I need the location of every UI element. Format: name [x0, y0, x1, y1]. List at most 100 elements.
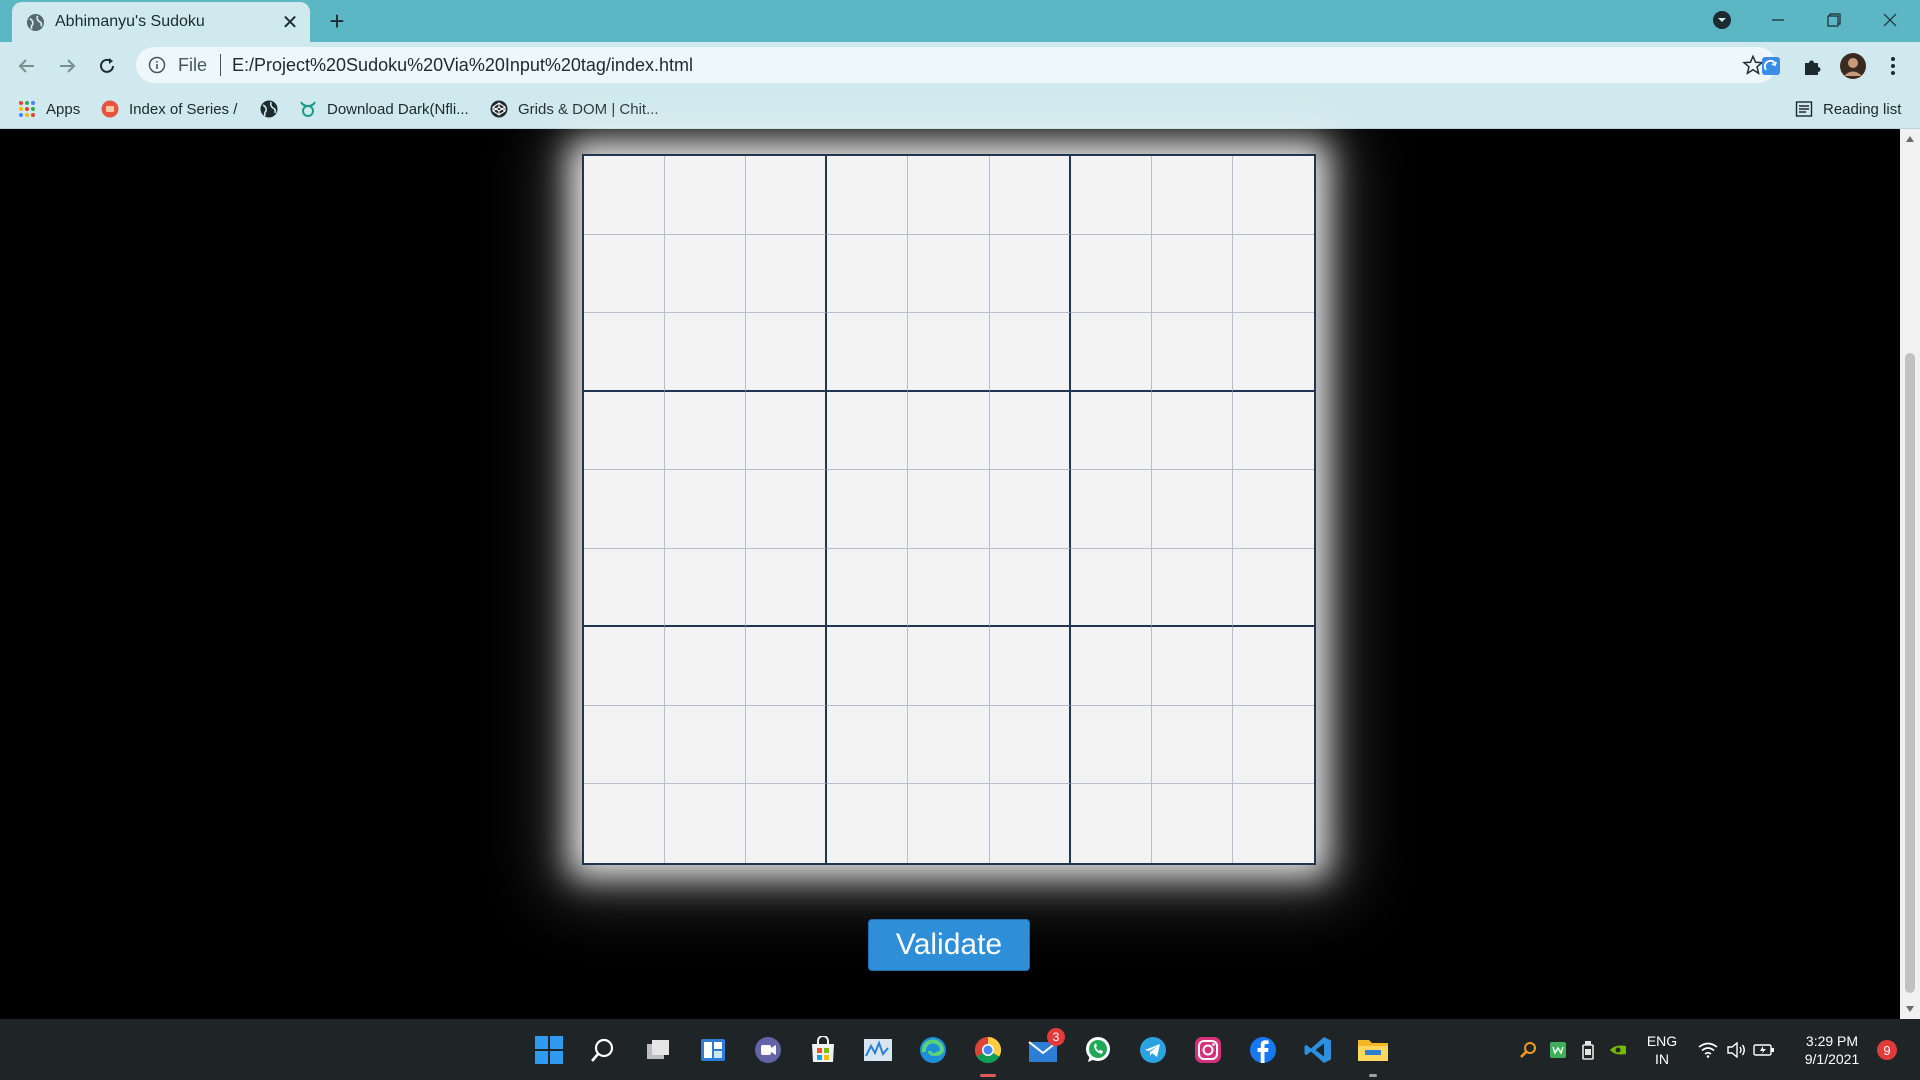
sudoku-cell[interactable]: [1151, 548, 1233, 628]
sudoku-cell[interactable]: [827, 627, 909, 706]
sudoku-cell[interactable]: [665, 156, 747, 235]
language-indicator[interactable]: ENG IN: [1642, 1032, 1682, 1068]
tray-wps-button[interactable]: [1546, 1038, 1570, 1062]
sudoku-cell[interactable]: [1151, 313, 1233, 392]
new-tab-button[interactable]: +: [322, 6, 352, 36]
bookmark-download-dark[interactable]: Download Dark(Nfli...: [299, 96, 469, 122]
file-explorer-button[interactable]: [1353, 1030, 1393, 1077]
bookmark-index-of-series[interactable]: Index of Series /: [101, 96, 237, 122]
sudoku-cell[interactable]: [1232, 470, 1314, 549]
chrome-menu-button[interactable]: [1879, 52, 1907, 80]
performance-monitor-button[interactable]: [858, 1030, 898, 1070]
sudoku-cell[interactable]: [584, 234, 666, 314]
sudoku-cell[interactable]: [827, 470, 909, 549]
sudoku-cell[interactable]: [1070, 234, 1152, 314]
sudoku-cell[interactable]: [1232, 549, 1314, 628]
sudoku-cell[interactable]: [1232, 156, 1314, 235]
sudoku-cell[interactable]: [1151, 705, 1233, 785]
sudoku-cell[interactable]: [827, 784, 909, 863]
address-bar[interactable]: File E:/Project%20Sudoku%20Via%20Input%2…: [136, 47, 1776, 83]
sudoku-cell[interactable]: [1151, 234, 1233, 314]
info-icon[interactable]: [148, 56, 166, 74]
sudoku-cell[interactable]: [989, 470, 1071, 549]
sudoku-cell[interactable]: [1070, 391, 1152, 471]
sudoku-cell[interactable]: [746, 548, 828, 628]
back-button[interactable]: [10, 50, 44, 82]
sudoku-cell[interactable]: [584, 705, 666, 785]
sudoku-cell[interactable]: [1151, 470, 1233, 549]
sudoku-cell[interactable]: [746, 156, 828, 235]
vscode-button[interactable]: [1298, 1030, 1338, 1070]
microsoft-store-button[interactable]: [803, 1030, 843, 1070]
sudoku-cell[interactable]: [746, 470, 828, 549]
sudoku-cell[interactable]: [746, 391, 828, 471]
sudoku-cell[interactable]: [1070, 548, 1152, 628]
tab-search-button[interactable]: [1694, 0, 1750, 40]
chrome-browser-button[interactable]: [968, 1030, 1008, 1077]
sudoku-cell[interactable]: [989, 391, 1071, 471]
sudoku-cell[interactable]: [746, 313, 828, 392]
sudoku-cell[interactable]: [665, 470, 747, 549]
sudoku-cell[interactable]: [746, 705, 828, 785]
scroll-down-arrow[interactable]: [1900, 999, 1920, 1019]
sudoku-cell[interactable]: [989, 627, 1071, 706]
wifi-status-button[interactable]: [1696, 1038, 1720, 1062]
tray-magnifier-button[interactable]: [1516, 1038, 1540, 1062]
sudoku-cell[interactable]: [1070, 705, 1152, 785]
sudoku-cell[interactable]: [908, 156, 990, 235]
sudoku-cell[interactable]: [665, 784, 747, 863]
sudoku-cell[interactable]: [1070, 313, 1152, 392]
restore-button[interactable]: [1806, 0, 1862, 40]
profile-button[interactable]: [1839, 52, 1867, 80]
sudoku-cell[interactable]: [989, 705, 1071, 785]
scroll-up-arrow[interactable]: [1900, 129, 1920, 149]
sudoku-cell[interactable]: [827, 548, 909, 628]
sudoku-cell[interactable]: [908, 470, 990, 549]
vertical-scrollbar[interactable]: [1900, 129, 1920, 1019]
scrollbar-thumb[interactable]: [1905, 353, 1915, 993]
sudoku-cell[interactable]: [908, 627, 990, 706]
sudoku-cell[interactable]: [584, 627, 666, 706]
bookmark-apps[interactable]: Apps: [18, 96, 80, 122]
sudoku-cell[interactable]: [665, 391, 747, 471]
facebook-button[interactable]: [1243, 1030, 1283, 1070]
reading-list-button[interactable]: Reading list: [1795, 96, 1901, 122]
sudoku-cell[interactable]: [908, 784, 990, 863]
sudoku-cell[interactable]: [989, 156, 1071, 235]
sudoku-cell[interactable]: [1232, 235, 1314, 314]
sudoku-cell[interactable]: [665, 234, 747, 314]
sudoku-cell[interactable]: [908, 391, 990, 471]
tray-usb-button[interactable]: [1576, 1038, 1600, 1062]
widgets-button[interactable]: [693, 1030, 733, 1070]
sudoku-cell[interactable]: [908, 313, 990, 392]
tray-nvidia-button[interactable]: [1606, 1038, 1630, 1062]
tab-close-icon[interactable]: ✕: [278, 10, 302, 34]
sudoku-cell[interactable]: [665, 548, 747, 628]
telegram-button[interactable]: [1133, 1030, 1173, 1070]
sudoku-cell[interactable]: [584, 784, 666, 863]
battery-button[interactable]: [1752, 1038, 1776, 1062]
search-button[interactable]: [583, 1030, 623, 1070]
sudoku-cell[interactable]: [1232, 706, 1314, 785]
sudoku-cell[interactable]: [908, 548, 990, 628]
sudoku-cell[interactable]: [908, 705, 990, 785]
sudoku-cell[interactable]: [584, 156, 666, 235]
task-view-button[interactable]: [638, 1030, 678, 1070]
volume-button[interactable]: [1724, 1038, 1748, 1062]
url-text[interactable]: E:/Project%20Sudoku%20Via%20Input%20tag/…: [232, 55, 693, 76]
reload-button[interactable]: [90, 50, 124, 82]
sudoku-cell[interactable]: [1071, 784, 1152, 863]
edge-browser-button[interactable]: [913, 1030, 953, 1070]
sudoku-cell[interactable]: [1151, 391, 1233, 471]
sudoku-cell[interactable]: [990, 784, 1071, 863]
whatsapp-button[interactable]: [1078, 1030, 1118, 1070]
sudoku-cell[interactable]: [989, 313, 1071, 392]
forward-button[interactable]: [50, 50, 84, 82]
sudoku-cell[interactable]: [665, 627, 747, 706]
sudoku-cell[interactable]: [1070, 156, 1152, 235]
sudoku-cell[interactable]: [1152, 784, 1233, 863]
close-window-button[interactable]: [1862, 0, 1918, 40]
sudoku-cell[interactable]: [746, 234, 828, 314]
sudoku-cell[interactable]: [1232, 392, 1314, 471]
teams-chat-button[interactable]: [748, 1030, 788, 1070]
